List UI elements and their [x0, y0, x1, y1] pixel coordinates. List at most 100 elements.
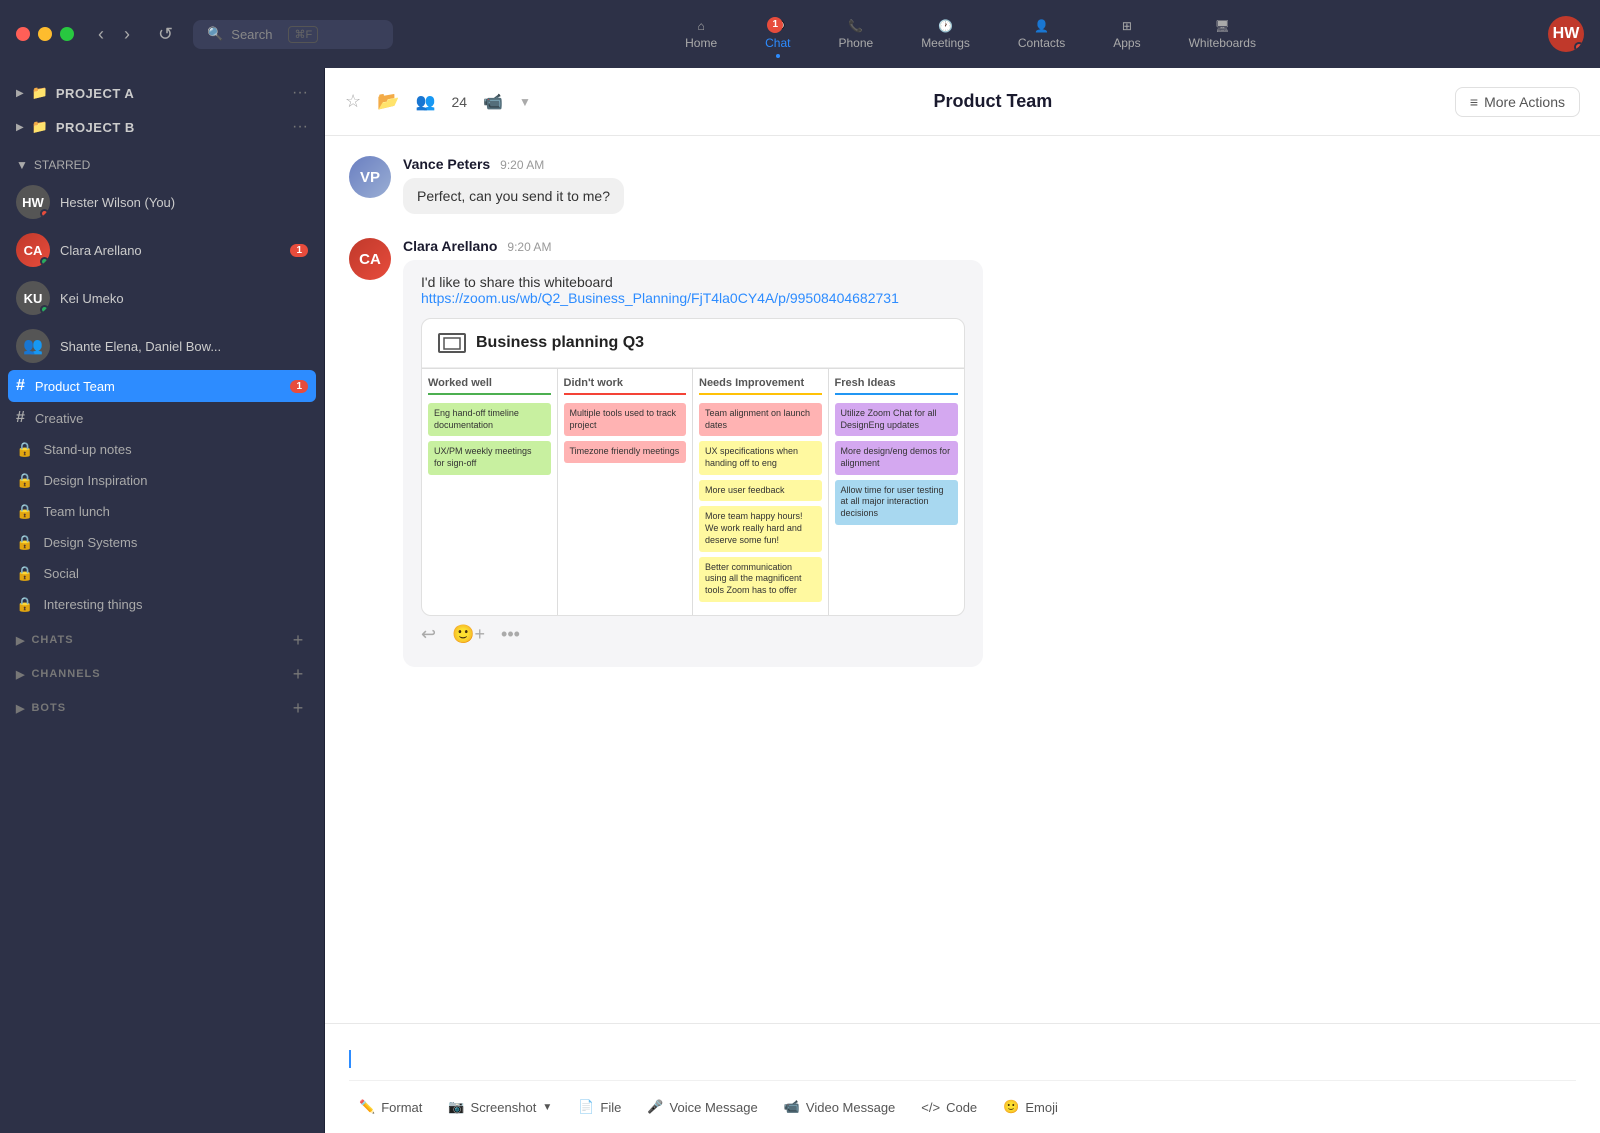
- hester-name: Hester Wilson (You): [60, 195, 308, 210]
- close-button[interactable]: [16, 27, 30, 41]
- reply-icon[interactable]: ↩: [421, 624, 436, 645]
- contact-group[interactable]: 👥 Shante Elena, Daniel Bow...: [0, 322, 324, 370]
- nav-chat[interactable]: 💬 1 Chat: [757, 15, 798, 54]
- folder-project-b[interactable]: ▶ 📁 PROJECT B ···: [0, 110, 324, 144]
- message-input[interactable]: [349, 1040, 1576, 1080]
- chats-label: CHATS: [31, 634, 73, 646]
- voice-icon: 🎤: [647, 1099, 663, 1115]
- contact-hester[interactable]: HW Hester Wilson (You): [0, 178, 324, 226]
- folder-chevron-icon: ▶: [16, 88, 24, 99]
- whiteboards-icon: 🖥: [1215, 19, 1230, 33]
- nav-chat-label: Chat: [765, 36, 790, 50]
- bots-add-button[interactable]: +: [288, 698, 308, 718]
- creative-hash-icon: #: [16, 409, 25, 427]
- messages-list[interactable]: VP Vance Peters 9:20 AM Perfect, can you…: [325, 136, 1600, 1023]
- wb-title: Business planning Q3: [476, 334, 644, 352]
- screenshot-button[interactable]: 📷 Screenshot ▼: [438, 1093, 562, 1121]
- voice-button[interactable]: 🎤 Voice Message: [637, 1093, 767, 1121]
- message-clara: CA Clara Arellano 9:20 AM I'd like to sh…: [349, 238, 1576, 667]
- contact-clara[interactable]: CA Clara Arellano 1: [0, 226, 324, 274]
- chats-section-header[interactable]: ▶ CHATS +: [0, 620, 324, 654]
- bots-section-header[interactable]: ▶ BOTS +: [0, 688, 324, 722]
- bots-label: BOTS: [31, 702, 66, 714]
- file-button[interactable]: 📄 File: [568, 1093, 631, 1121]
- channel-social[interactable]: 🔒 Social: [0, 558, 324, 589]
- nav-meetings[interactable]: 🕐 Meetings: [913, 15, 978, 54]
- interesting-label: Interesting things: [43, 597, 308, 612]
- members-icon[interactable]: 👥: [416, 92, 436, 112]
- channel-design-inspiration[interactable]: 🔒 Design Inspiration: [0, 465, 324, 496]
- kei-avatar: KU: [16, 281, 50, 315]
- minimize-button[interactable]: [38, 27, 52, 41]
- folder-b-icon: 📁: [32, 119, 48, 135]
- vance-message-content: Vance Peters 9:20 AM Perfect, can you se…: [403, 156, 1576, 214]
- message-toolbar: ✏️ Format 📷 Screenshot ▼ 📄 File 🎤 Voice …: [349, 1080, 1576, 1133]
- chat-badge: 1: [767, 17, 783, 33]
- contact-kei[interactable]: KU Kei Umeko: [0, 274, 324, 322]
- wb-col-needs-improvement-header: Needs Improvement: [699, 377, 822, 395]
- more-actions-button[interactable]: ≡ More Actions: [1455, 87, 1580, 117]
- forward-button[interactable]: ›: [116, 20, 138, 49]
- vance-time: 9:20 AM: [500, 158, 544, 172]
- design-systems-label: Design Systems: [43, 535, 308, 550]
- whiteboard-link[interactable]: https://zoom.us/wb/Q2_Business_Planning/…: [421, 290, 899, 306]
- nav-apps[interactable]: ⊞ Apps: [1105, 15, 1148, 54]
- channel-design-systems[interactable]: 🔒 Design Systems: [0, 527, 324, 558]
- code-button[interactable]: </> Code: [911, 1094, 987, 1121]
- nav-phone[interactable]: 📞 Phone: [830, 15, 881, 54]
- folder-icon[interactable]: 📂: [377, 91, 399, 112]
- emoji-reaction-icon[interactable]: 🙂+: [452, 624, 485, 645]
- whiteboard-preview[interactable]: Business planning Q3 Worked well Eng han…: [421, 318, 965, 616]
- message-input-area: ✏️ Format 📷 Screenshot ▼ 📄 File 🎤 Voice …: [325, 1023, 1600, 1133]
- more-actions-icon[interactable]: •••: [501, 624, 520, 645]
- video-button[interactable]: 📹 Video Message: [774, 1093, 906, 1121]
- folder-b-more[interactable]: ···: [292, 118, 308, 136]
- channel-product-team[interactable]: # Product Team 1: [8, 370, 316, 402]
- lock-icon-lunch: 🔒: [16, 503, 33, 520]
- chats-add-button[interactable]: +: [288, 630, 308, 650]
- screenshot-icon: 📷: [448, 1099, 464, 1115]
- nav-whiteboards[interactable]: 🖥 Whiteboards: [1181, 15, 1264, 54]
- home-icon: ⌂: [697, 19, 704, 33]
- video-icon[interactable]: 📹: [483, 92, 503, 112]
- folder-icon: 📁: [32, 85, 48, 101]
- wb-col-didnt-work-header: Didn't work: [564, 377, 687, 395]
- fullscreen-button[interactable]: [60, 27, 74, 41]
- folder-a-more[interactable]: ···: [292, 84, 308, 102]
- nav-contacts[interactable]: 👤 Contacts: [1010, 15, 1073, 54]
- star-icon[interactable]: ☆: [345, 91, 361, 112]
- wb-col-needs-improvement: Needs Improvement Team alignment on laun…: [693, 369, 829, 615]
- titlebar: ‹ › ↺ 🔍 Search ⌘F ⌂ Home 💬 1 Chat 📞 Phon…: [0, 0, 1600, 68]
- history-button[interactable]: ↺: [150, 20, 181, 49]
- nav-meetings-label: Meetings: [921, 36, 970, 50]
- product-team-badge: 1: [290, 380, 308, 393]
- channel-standup[interactable]: 🔒 Stand-up notes: [0, 434, 324, 465]
- channels-add-button[interactable]: +: [288, 664, 308, 684]
- clara-initials: CA: [24, 243, 43, 258]
- clara-status: [40, 257, 49, 266]
- sticky-6: UX specifications when handing off to en…: [699, 441, 822, 474]
- meetings-icon: 🕐: [938, 19, 953, 33]
- channel-interesting[interactable]: 🔒 Interesting things: [0, 589, 324, 620]
- group-avatar: 👥: [16, 329, 50, 363]
- channels-chevron-icon: ▶: [16, 668, 25, 681]
- sidebar-scroll[interactable]: ▶ 📁 PROJECT A ··· ▶ 📁 PROJECT B ··· ▼ ST…: [0, 68, 324, 1133]
- bots-chevron-icon: ▶: [16, 702, 25, 715]
- kei-name: Kei Umeko: [60, 291, 308, 306]
- apps-icon: ⊞: [1122, 19, 1132, 33]
- screenshot-chevron-icon[interactable]: ▼: [542, 1102, 552, 1113]
- channel-creative[interactable]: # Creative: [0, 402, 324, 434]
- channels-section-header[interactable]: ▶ CHANNELS +: [0, 654, 324, 688]
- folder-b-chevron-icon: ▶: [16, 122, 24, 133]
- starred-header[interactable]: ▼ STARRED: [0, 152, 324, 178]
- back-button[interactable]: ‹: [90, 20, 112, 49]
- social-label: Social: [43, 566, 308, 581]
- nav-home[interactable]: ⌂ Home: [677, 15, 725, 54]
- video-chevron-icon[interactable]: ▼: [519, 95, 531, 109]
- channel-team-lunch[interactable]: 🔒 Team lunch: [0, 496, 324, 527]
- emoji-button[interactable]: 🙂 Emoji: [993, 1093, 1068, 1121]
- user-avatar[interactable]: HW: [1548, 16, 1584, 52]
- folder-project-a[interactable]: ▶ 📁 PROJECT A ···: [0, 76, 324, 110]
- search-bar[interactable]: 🔍 Search ⌘F: [193, 20, 393, 49]
- format-button[interactable]: ✏️ Format: [349, 1093, 432, 1121]
